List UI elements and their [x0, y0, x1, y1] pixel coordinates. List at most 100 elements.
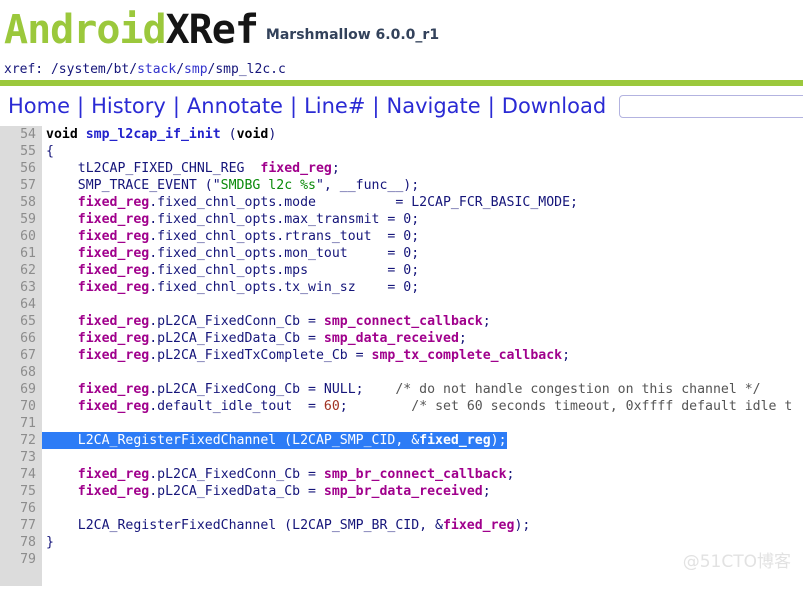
- code-token-t: .pL2CA_FixedData_Cb =: [149, 331, 324, 346]
- code-token-t: .pL2CA_FixedConn_Cb =: [149, 314, 324, 329]
- page-header: AndroidXRef Marshmallow 6.0.0_r1: [0, 0, 803, 58]
- line-number[interactable]: 78: [0, 534, 42, 551]
- line-number[interactable]: 55: [0, 143, 42, 160]
- line-number[interactable]: 69: [0, 381, 42, 398]
- code-token-t: [46, 263, 78, 278]
- line-number[interactable]: 62: [0, 262, 42, 279]
- code-token-var: fixed_reg: [442, 518, 515, 533]
- code-token-cmt: /* set 60 seconds timeout, 0xffff defaul…: [347, 399, 793, 414]
- code-line[interactable]: 66 fixed_reg.pL2CA_FixedData_Cb = smp_da…: [0, 330, 803, 347]
- line-number[interactable]: 57: [0, 177, 42, 194]
- code-token-t: L2CA_RegisterFixedChannel (L2CAP_SMP_CID…: [46, 433, 420, 448]
- code-line[interactable]: 73: [0, 449, 803, 466]
- code-line[interactable]: 58 fixed_reg.fixed_chnl_opts.mode = L2CA…: [0, 194, 803, 211]
- code-line-text: fixed_reg.pL2CA_FixedData_Cb = smp_data_…: [42, 330, 467, 347]
- code-token-t: [46, 467, 78, 482]
- menu-item-navigate[interactable]: Navigate: [380, 94, 488, 118]
- line-number[interactable]: 73: [0, 449, 42, 466]
- code-line[interactable]: 71: [0, 415, 803, 432]
- line-number[interactable]: 59: [0, 211, 42, 228]
- menu-item-annotate[interactable]: Annotate: [180, 94, 290, 118]
- code-token-t: ;: [562, 348, 571, 363]
- code-token-t: [78, 127, 86, 142]
- line-number[interactable]: 72: [0, 432, 42, 449]
- code-token-t: ;: [331, 161, 340, 176]
- line-number[interactable]: 77: [0, 517, 42, 534]
- code-line[interactable]: 68: [0, 364, 803, 381]
- code-token-str: SMDBG l2c %s: [220, 178, 316, 193]
- menu-item-history[interactable]: History: [84, 94, 173, 118]
- source-code-viewer[interactable]: 54 void smp_l2cap_if_init (void) 55{56 tL2…: [0, 126, 803, 586]
- code-token-t: [46, 399, 78, 414]
- code-line[interactable]: 69 fixed_reg.pL2CA_FixedCong_Cb = NULL; …: [0, 381, 803, 398]
- menu-item-line[interactable]: Line#: [297, 94, 372, 118]
- line-number[interactable]: 64: [0, 296, 42, 313]
- menu-item-home[interactable]: Home: [6, 94, 77, 118]
- code-line[interactable]: 57 SMP_TRACE_EVENT ("SMDBG l2c %s", __fu…: [0, 177, 803, 194]
- code-line-text: fixed_reg.fixed_chnl_opts.mon_tout = 0;: [42, 245, 419, 262]
- logo-xref-text: XRef: [165, 7, 259, 53]
- code-token-t: .pL2CA_FixedCong_Cb = NULL;: [149, 382, 364, 397]
- code-line[interactable]: 55 {: [0, 143, 803, 160]
- code-line[interactable]: 72 L2CA_RegisterFixedChannel (L2CAP_SMP_…: [0, 432, 803, 449]
- code-line[interactable]: 74 fixed_reg.pL2CA_FixedConn_Cb = smp_br…: [0, 466, 803, 483]
- line-number[interactable]: 54: [0, 126, 42, 143]
- line-number[interactable]: 63: [0, 279, 42, 296]
- line-number[interactable]: 68: [0, 364, 42, 381]
- code-line-text: SMP_TRACE_EVENT ("SMDBG l2c %s", __func_…: [42, 177, 419, 194]
- line-number[interactable]: 76: [0, 500, 42, 517]
- line-number[interactable]: 66: [0, 330, 42, 347]
- line-number[interactable]: 65: [0, 313, 42, 330]
- breadcrumb: xref: /system/bt/stack/smp/smp_l2c.c: [0, 58, 803, 80]
- line-number[interactable]: 67: [0, 347, 42, 364]
- code-token-t: [46, 229, 78, 244]
- code-line-text: L2CA_RegisterFixedChannel (L2CAP_SMP_BR_…: [42, 517, 531, 534]
- code-line[interactable]: 75 fixed_reg.pL2CA_FixedData_Cb = smp_br…: [0, 483, 803, 500]
- code-line[interactable]: 70 fixed_reg.default_idle_tout = 60; /* …: [0, 398, 803, 415]
- code-line[interactable]: 67 fixed_reg.pL2CA_FixedTxComplete_Cb = …: [0, 347, 803, 364]
- code-line[interactable]: 78}: [0, 534, 803, 551]
- line-number[interactable]: 56: [0, 160, 42, 177]
- line-number[interactable]: 61: [0, 245, 42, 262]
- line-number[interactable]: 58: [0, 194, 42, 211]
- code-line[interactable]: 79: [0, 551, 803, 568]
- line-number[interactable]: 71: [0, 415, 42, 432]
- code-line[interactable]: 54 void smp_l2cap_if_init (void): [0, 126, 803, 143]
- code-token-t: ;: [482, 314, 491, 329]
- line-number[interactable]: 60: [0, 228, 42, 245]
- code-token-fn: smp_l2cap_if_init: [85, 127, 221, 142]
- code-token-var: fixed_reg: [77, 348, 150, 363]
- search-input[interactable]: [619, 94, 803, 118]
- breadcrumb-segment-bt: bt: [113, 62, 130, 77]
- code-token-t: .default_idle_tout =: [149, 399, 324, 414]
- code-token-var: fixed_reg: [77, 195, 150, 210]
- code-line[interactable]: 59 fixed_reg.fixed_chnl_opts.max_transmi…: [0, 211, 803, 228]
- breadcrumb-link-smp[interactable]: smp: [184, 62, 207, 77]
- code-token-t: .pL2CA_FixedTxComplete_Cb =: [149, 348, 372, 363]
- code-token-t: .fixed_chnl_opts.tx_win_sz = 0;: [149, 280, 420, 295]
- code-line[interactable]: 77 L2CA_RegisterFixedChannel (L2CAP_SMP_…: [0, 517, 803, 534]
- code-line[interactable]: 61 fixed_reg.fixed_chnl_opts.mon_tout = …: [0, 245, 803, 262]
- line-number[interactable]: 70: [0, 398, 42, 415]
- code-line[interactable]: 65 fixed_reg.pL2CA_FixedConn_Cb = smp_co…: [0, 313, 803, 330]
- line-number[interactable]: 79: [0, 551, 42, 568]
- line-number[interactable]: 74: [0, 466, 42, 483]
- code-line[interactable]: 63 fixed_reg.fixed_chnl_opts.tx_win_sz =…: [0, 279, 803, 296]
- code-line[interactable]: 60 fixed_reg.fixed_chnl_opts.rtrans_tout…: [0, 228, 803, 245]
- menu-item-list: Home | History | Annotate | Line# | Navigate | Dow…: [6, 94, 613, 118]
- breadcrumb-link-stack[interactable]: stack: [137, 62, 176, 77]
- line-number[interactable]: 75: [0, 483, 42, 500]
- code-line-text: }: [42, 534, 54, 551]
- code-token-t: .pL2CA_FixedData_Cb =: [149, 484, 324, 499]
- code-token-t: SMP_TRACE_EVENT (": [46, 178, 221, 193]
- code-line-text: fixed_reg.fixed_chnl_opts.tx_win_sz = 0;: [42, 279, 419, 296]
- code-token-var: fixed_reg: [77, 382, 150, 397]
- code-line[interactable]: 76: [0, 500, 803, 517]
- code-line[interactable]: 56 tL2CAP_FIXED_CHNL_REG fixed_reg;: [0, 160, 803, 177]
- menu-item-download[interactable]: Download: [495, 94, 613, 118]
- code-line[interactable]: 62 fixed_reg.fixed_chnl_opts.mps = 0;: [0, 262, 803, 279]
- code-line-list: 54 void smp_l2cap_if_init (void) 55{56 tL2…: [0, 126, 803, 568]
- code-line-text: tL2CAP_FIXED_CHNL_REG fixed_reg;: [42, 160, 340, 177]
- code-line[interactable]: 64: [0, 296, 803, 313]
